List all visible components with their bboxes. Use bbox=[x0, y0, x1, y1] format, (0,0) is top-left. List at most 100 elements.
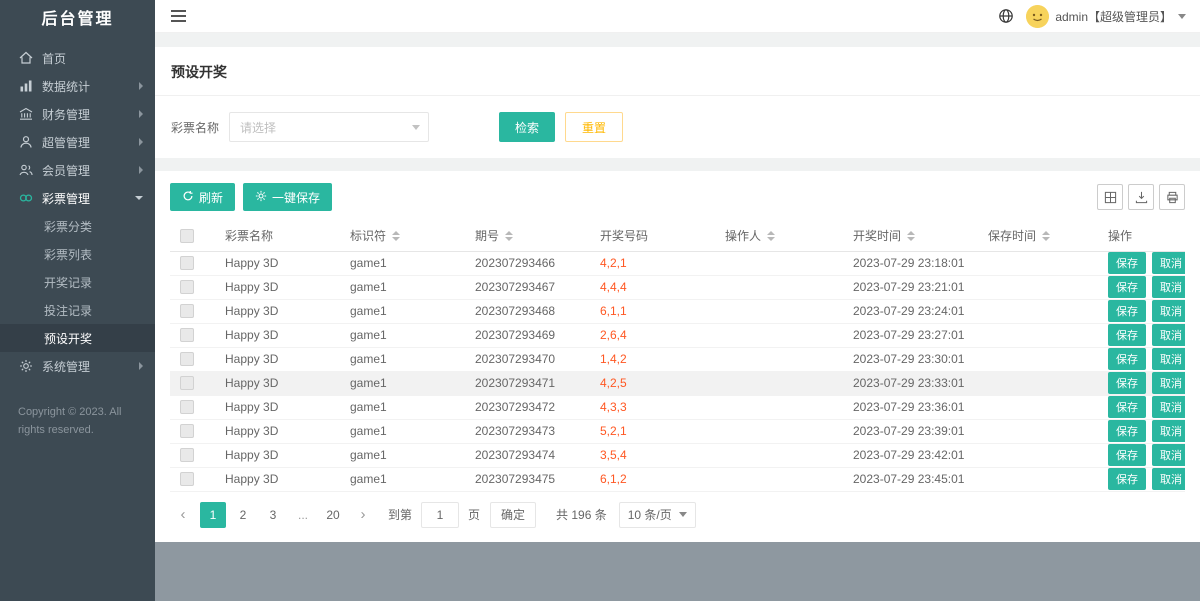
home-icon bbox=[18, 51, 34, 65]
row-cancel-button[interactable]: 取消 bbox=[1152, 396, 1185, 418]
sidebar-item-members[interactable]: 会员管理 bbox=[0, 156, 155, 184]
column-header[interactable]: 期号 bbox=[465, 221, 590, 252]
search-button[interactable]: 检索 bbox=[499, 112, 556, 142]
sort-icon[interactable] bbox=[392, 230, 401, 241]
column-header[interactable]: 标识符 bbox=[340, 221, 465, 252]
sort-icon[interactable] bbox=[907, 230, 916, 241]
next-page-button[interactable]: › bbox=[350, 502, 376, 528]
row-cancel-button[interactable]: 取消 bbox=[1152, 300, 1185, 322]
gear-icon bbox=[18, 359, 34, 373]
row-checkbox[interactable] bbox=[180, 352, 194, 367]
sort-icon[interactable] bbox=[1042, 230, 1051, 241]
app-title: 后台管理 bbox=[41, 11, 114, 28]
sidebar-item-bet-records[interactable]: 投注记录 bbox=[0, 296, 155, 324]
sidebar-item-system[interactable]: 系统管理 bbox=[0, 352, 155, 380]
topbar: admin【超级管理员】 bbox=[155, 0, 1200, 33]
refresh-button[interactable]: 刷新 bbox=[170, 183, 236, 211]
filter-columns-button[interactable] bbox=[1097, 184, 1123, 210]
jump-prefix-label: 到第 bbox=[388, 508, 413, 522]
column-header[interactable]: 保存时间 bbox=[978, 221, 1098, 252]
table-panel: 刷新 一键保存 彩票名称 标识符 期号 开奖号码 操作人 开奖时间 保存时间 操… bbox=[155, 171, 1200, 542]
search-form: 彩票名称 请选择 检索 重置 bbox=[155, 96, 1200, 158]
row-cancel-button[interactable]: 取消 bbox=[1152, 348, 1185, 370]
row-save-button[interactable]: 保存 bbox=[1108, 396, 1146, 418]
row-cancel-button[interactable]: 取消 bbox=[1152, 372, 1185, 394]
page-number[interactable]: 3 bbox=[260, 502, 286, 528]
gear-icon bbox=[255, 190, 267, 205]
sort-icon[interactable] bbox=[505, 230, 514, 241]
confirm-jump-button[interactable]: 确定 bbox=[490, 501, 537, 528]
sidebar-item-finance[interactable]: 财务管理 bbox=[0, 100, 155, 128]
row-checkbox[interactable] bbox=[180, 424, 194, 439]
print-button[interactable] bbox=[1159, 184, 1185, 210]
save-all-button[interactable]: 一键保存 bbox=[243, 183, 333, 211]
sidebar-menu: 首页 数据统计 财务管理 超管管理 会员管理 彩票管理 彩票分类 彩票列表 开奖… bbox=[0, 40, 155, 380]
row-checkbox[interactable] bbox=[180, 280, 194, 295]
select-all-checkbox[interactable] bbox=[180, 229, 194, 244]
members-icon bbox=[18, 163, 34, 177]
row-cancel-button[interactable]: 取消 bbox=[1152, 324, 1185, 346]
row-save-button[interactable]: 保存 bbox=[1108, 372, 1146, 394]
row-cancel-button[interactable]: 取消 bbox=[1152, 444, 1185, 466]
sidebar-item-draw-records[interactable]: 开奖记录 bbox=[0, 268, 155, 296]
total-count-label: 共 196 条 bbox=[556, 508, 607, 522]
row-cancel-button[interactable]: 取消 bbox=[1152, 420, 1185, 442]
sidebar-item-preset-draw[interactable]: 预设开奖 bbox=[0, 324, 155, 352]
chevron-down-icon bbox=[678, 512, 687, 517]
row-cancel-button[interactable]: 取消 bbox=[1152, 276, 1185, 298]
row-save-button[interactable]: 保存 bbox=[1108, 276, 1146, 298]
row-save-button[interactable]: 保存 bbox=[1108, 420, 1146, 442]
column-header[interactable]: 开奖时间 bbox=[843, 221, 978, 252]
collapse-menu-icon[interactable] bbox=[169, 6, 188, 26]
row-checkbox[interactable] bbox=[180, 448, 194, 463]
row-checkbox[interactable] bbox=[180, 376, 194, 391]
refresh-icon bbox=[182, 190, 194, 205]
row-cancel-button[interactable]: 取消 bbox=[1152, 468, 1185, 490]
language-globe-icon[interactable] bbox=[998, 8, 1014, 24]
chevron-right-icon bbox=[139, 82, 143, 90]
sidebar-item-lottery-list[interactable]: 彩票列表 bbox=[0, 240, 155, 268]
page-number[interactable]: 1 bbox=[200, 501, 226, 528]
column-header: 操作 bbox=[1098, 221, 1185, 252]
row-save-button[interactable]: 保存 bbox=[1108, 348, 1146, 370]
reset-button[interactable]: 重置 bbox=[565, 112, 624, 142]
chevron-right-icon bbox=[139, 166, 143, 174]
sidebar-item-lottery[interactable]: 彩票管理 bbox=[0, 184, 155, 212]
row-save-button[interactable]: 保存 bbox=[1108, 444, 1146, 466]
select-placeholder: 请选择 bbox=[240, 120, 277, 135]
row-checkbox[interactable] bbox=[180, 304, 194, 319]
table-row: Happy 3D game1 202307293475 6,1,2 2023-07-29… bbox=[170, 467, 1185, 492]
column-header[interactable]: 操作人 bbox=[715, 221, 843, 252]
sidebar-item-statistics[interactable]: 数据统计 bbox=[0, 72, 155, 100]
prev-page-button[interactable]: ‹ bbox=[170, 502, 196, 528]
row-checkbox[interactable] bbox=[180, 400, 194, 415]
per-page-select[interactable]: 10 条/页 bbox=[618, 501, 696, 528]
row-save-button[interactable]: 保存 bbox=[1108, 468, 1146, 490]
chevron-right-icon bbox=[139, 110, 143, 118]
jump-page-input[interactable] bbox=[421, 501, 460, 528]
page-number[interactable]: 2 bbox=[230, 502, 256, 528]
sidebar-item-lottery-category[interactable]: 彩票分类 bbox=[0, 212, 155, 240]
row-checkbox[interactable] bbox=[180, 328, 194, 343]
row-save-button[interactable]: 保存 bbox=[1108, 252, 1146, 274]
user-menu[interactable]: admin【超级管理员】 bbox=[1026, 4, 1186, 28]
avatar bbox=[1026, 4, 1050, 28]
row-cancel-button[interactable]: 取消 bbox=[1152, 252, 1185, 274]
sidebar-item-home[interactable]: 首页 bbox=[0, 44, 155, 72]
sidebar-item-superadmin[interactable]: 超管管理 bbox=[0, 128, 155, 156]
row-checkbox[interactable] bbox=[180, 256, 194, 271]
chevron-down-icon bbox=[1178, 13, 1186, 19]
pagination-pages: 1 2 3... 20 bbox=[200, 501, 346, 528]
row-save-button[interactable]: 保存 bbox=[1108, 324, 1146, 346]
page-number[interactable]: 20 bbox=[320, 502, 346, 528]
lottery-submenu: 彩票分类 彩票列表 开奖记录 投注记录 预设开奖 bbox=[0, 212, 155, 352]
export-button[interactable] bbox=[1128, 184, 1154, 210]
row-save-button[interactable]: 保存 bbox=[1108, 300, 1146, 322]
sort-icon[interactable] bbox=[767, 230, 776, 241]
lottery-name-select[interactable]: 请选择 bbox=[229, 112, 430, 142]
lottery-name-label: 彩票名称 bbox=[171, 120, 220, 135]
table-row: Happy 3D game1 202307293469 2,6,4 2023-07-29… bbox=[170, 323, 1185, 348]
table-row: Happy 3D game1 202307293474 3,5,4 2023-07-29… bbox=[170, 443, 1185, 468]
copyright-text: Copyright © 2023. All rights reserved. bbox=[18, 406, 122, 436]
row-checkbox[interactable] bbox=[180, 472, 194, 487]
